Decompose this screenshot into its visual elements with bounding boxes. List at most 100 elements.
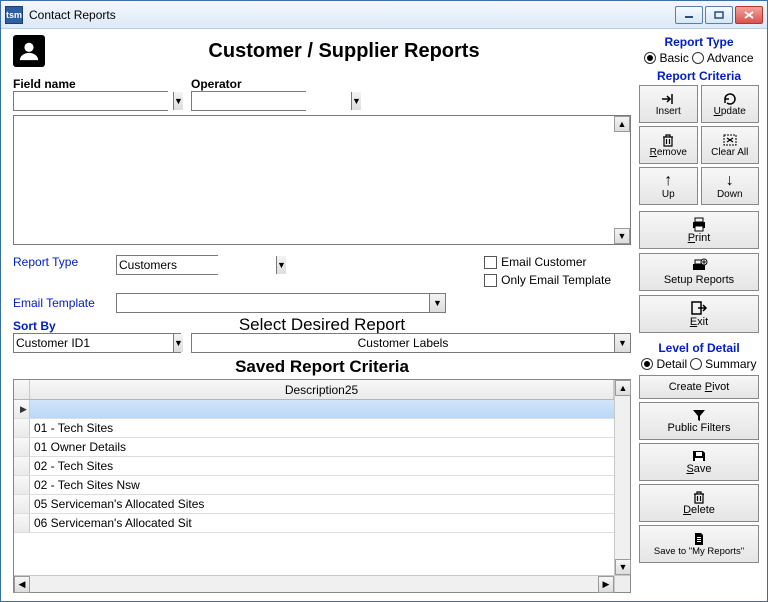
saved-criteria-grid[interactable]: Description25 01 - Tech Sites01 Owner De…	[13, 379, 631, 593]
update-button[interactable]: Update	[701, 85, 760, 123]
close-button[interactable]	[735, 6, 763, 24]
report-type-dropdown-button[interactable]: ▼	[276, 256, 286, 274]
up-button[interactable]: ↑ Up	[639, 167, 698, 205]
summary-radio-label: Summary	[705, 357, 756, 371]
save-button[interactable]: Save	[639, 443, 759, 481]
update-icon	[722, 92, 738, 106]
grid-cell-description: 02 - Tech Sites Nsw	[30, 476, 630, 494]
operator-input[interactable]	[192, 92, 351, 110]
grid-horizontal-scrollbar[interactable]: ◀ ▶	[14, 575, 614, 592]
grid-row-marker	[14, 400, 30, 418]
grid-row-marker	[14, 419, 30, 437]
saved-report-criteria-heading: Saved Report Criteria	[13, 357, 631, 377]
advance-radio[interactable]	[692, 52, 704, 64]
operator-dropdown-button[interactable]: ▼	[351, 92, 361, 110]
public-filters-button[interactable]: Public Filters	[639, 402, 759, 440]
setup-reports-icon	[690, 258, 708, 274]
email-customer-checkbox[interactable]	[484, 256, 497, 269]
setup-reports-button[interactable]: Setup Reports	[639, 253, 759, 291]
grid-row-marker	[14, 457, 30, 475]
only-email-template-label: Only Email Template	[501, 273, 611, 287]
exit-button[interactable]: Exit	[639, 295, 759, 333]
sort-by-input[interactable]	[14, 334, 173, 352]
grid-row[interactable]: 01 Owner Details	[14, 438, 630, 457]
grid-row[interactable]: 05 Serviceman's Allocated Sites	[14, 495, 630, 514]
clear-all-button[interactable]: Clear All	[701, 126, 760, 164]
report-type-input[interactable]	[117, 256, 276, 274]
grid-row[interactable]: 01 - Tech Sites	[14, 419, 630, 438]
insert-label: Insert	[656, 107, 681, 117]
grid-row-marker	[14, 514, 30, 532]
remove-button[interactable]: Remove	[639, 126, 698, 164]
desired-report-dropdown-button[interactable]: ▼	[614, 334, 630, 352]
contact-reports-window: tsm Contact Reports Customer / Supplier …	[0, 0, 768, 602]
grid-description-header[interactable]: Description25	[30, 380, 614, 399]
minimize-button[interactable]	[675, 6, 703, 24]
field-name-dropdown-button[interactable]: ▼	[173, 92, 183, 110]
trash-icon	[661, 133, 675, 147]
grid-row[interactable]	[14, 400, 630, 419]
update-label: Update	[714, 107, 746, 117]
print-label: Print	[688, 232, 711, 244]
print-button[interactable]: Print	[639, 211, 759, 249]
sort-by-combo[interactable]: ▼	[13, 333, 181, 353]
grid-row-marker	[14, 495, 30, 513]
grid-row[interactable]: 02 - Tech Sites Nsw	[14, 476, 630, 495]
down-label: Down	[717, 190, 743, 200]
email-template-combo[interactable]: ▼	[116, 293, 446, 313]
detail-radio[interactable]	[641, 358, 653, 370]
up-label: Up	[662, 190, 675, 200]
grid-row[interactable]: 02 - Tech Sites	[14, 457, 630, 476]
grid-scroll-down-button[interactable]: ▼	[615, 559, 631, 575]
report-type-label: Report Type	[13, 255, 108, 269]
advance-radio-label: Advance	[707, 51, 754, 65]
email-template-dropdown-button[interactable]: ▼	[429, 294, 445, 312]
exit-label: Exit	[690, 316, 708, 328]
grid-vertical-scrollbar[interactable]: ▲ ▼	[614, 380, 630, 575]
window-title: Contact Reports	[29, 8, 675, 22]
printer-icon	[690, 216, 708, 232]
sort-by-dropdown-button[interactable]: ▼	[173, 334, 183, 352]
remove-label: Remove	[650, 148, 687, 158]
save-to-my-reports-button[interactable]: Save to "My Reports"	[639, 525, 759, 563]
operator-combo[interactable]: ▼	[191, 91, 306, 111]
save-icon	[691, 449, 707, 463]
grid-row-marker	[14, 476, 30, 494]
criteria-scroll-down[interactable]: ▼	[614, 228, 630, 244]
grid-vscroll-track[interactable]	[615, 396, 630, 559]
clear-all-label: Clear All	[711, 148, 748, 158]
detail-radio-label: Detail	[656, 357, 687, 371]
delete-button[interactable]: Delete	[639, 484, 759, 522]
grid-hscroll-track[interactable]	[30, 576, 598, 592]
basic-radio[interactable]	[644, 52, 656, 64]
desired-report-input[interactable]	[192, 334, 614, 352]
document-icon	[692, 532, 706, 546]
grid-scroll-right-button[interactable]: ▶	[598, 576, 614, 593]
field-name-input[interactable]	[14, 92, 173, 110]
basic-radio-label: Basic	[659, 51, 688, 65]
email-template-label: Email Template	[13, 296, 108, 310]
grid-scroll-left-button[interactable]: ◀	[14, 576, 30, 593]
filter-icon	[691, 408, 707, 422]
only-email-template-checkbox[interactable]	[484, 274, 497, 287]
grid-scroll-corner	[614, 575, 630, 592]
close-icon	[744, 11, 754, 19]
grid-row[interactable]: 06 Serviceman's Allocated Sit	[14, 514, 630, 533]
side-report-criteria-heading: Report Criteria	[639, 69, 759, 83]
grid-marker-header	[14, 380, 30, 399]
email-template-input[interactable]	[117, 294, 429, 312]
insert-button[interactable]: Insert	[639, 85, 698, 123]
report-type-combo[interactable]: ▼	[116, 255, 218, 275]
summary-radio[interactable]	[690, 358, 702, 370]
arrow-down-icon: ↓	[726, 173, 734, 189]
grid-scroll-up-button[interactable]: ▲	[615, 380, 631, 396]
down-button[interactable]: ↓ Down	[701, 167, 760, 205]
field-name-combo[interactable]: ▼	[13, 91, 168, 111]
field-name-label: Field name	[13, 77, 173, 91]
side-report-type-heading: Report Type	[639, 35, 759, 49]
desired-report-combo[interactable]: ▼	[191, 333, 631, 353]
criteria-textarea[interactable]: ▲ ▼	[13, 115, 631, 245]
criteria-scroll-up[interactable]: ▲	[614, 116, 630, 132]
maximize-button[interactable]	[705, 6, 733, 24]
create-pivot-button[interactable]: Create Pivot	[639, 375, 759, 399]
